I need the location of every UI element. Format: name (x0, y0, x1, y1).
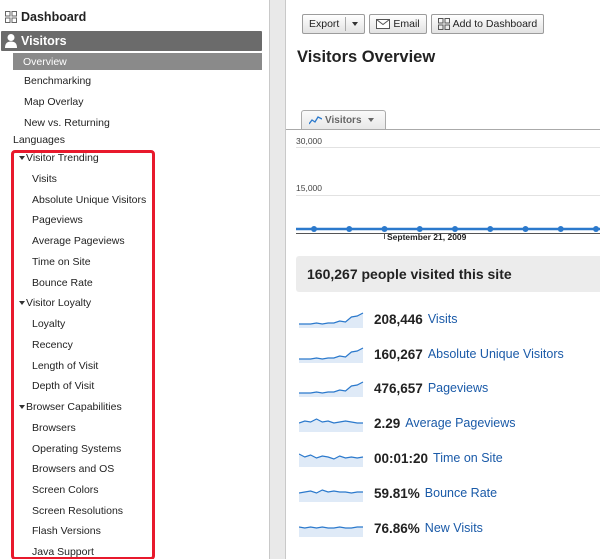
nav-visitors-label: Visitors (21, 34, 67, 48)
sparkline-chart (299, 526, 363, 537)
data-point-2[interactable] (346, 226, 353, 232)
visits-summary-bar: 160,267 people visited this site (296, 256, 600, 292)
stat-link[interactable]: Time on Site (433, 451, 503, 465)
person-icon (4, 33, 18, 49)
stat-value: 76.86% (374, 520, 420, 536)
export-label: Export (309, 18, 340, 30)
visitors-line-chart: 30,000 15,000 September 21, 2009 (286, 129, 600, 244)
nav-benchmarking[interactable]: Benchmarking (24, 75, 91, 87)
data-point-5[interactable] (452, 226, 458, 232)
nav-overview[interactable]: Overview (13, 53, 262, 70)
sparkline-chart (299, 347, 364, 363)
stat-row-pageviews: 476,657 Pageviews (299, 377, 600, 399)
sparkline-chart (299, 381, 364, 397)
data-point-9[interactable] (593, 226, 599, 232)
stat-row-visits: 208,446 Visits (299, 308, 600, 330)
stat-link[interactable]: Visits (428, 312, 458, 326)
line-chart-icon (309, 115, 322, 124)
stat-link[interactable]: Average Pageviews (405, 416, 515, 430)
stat-value: 2.29 (374, 415, 401, 431)
stat-value: 59.81% (374, 485, 420, 501)
stat-row-bounce-rate: 59.81% Bounce Rate (299, 482, 600, 504)
data-point-1[interactable] (311, 226, 317, 232)
nav-new-vs-returning[interactable]: New vs. Returning (24, 117, 110, 129)
stat-row-time-on-site: 00:01:20 Time on Site (299, 447, 600, 469)
data-point-4[interactable] (416, 226, 423, 232)
stat-link[interactable]: New Visits (425, 521, 483, 535)
data-point-7[interactable] (522, 226, 529, 232)
data-point-3[interactable] (381, 226, 388, 232)
summary-text: 160,267 people visited this site (307, 266, 512, 282)
report-toolbar: Export Email Add to Dashboard (302, 14, 548, 36)
stat-link[interactable]: Bounce Rate (425, 486, 497, 500)
y-tick-label-30000: 30,000 (296, 136, 322, 146)
metric-selector-label: Visitors (325, 114, 362, 126)
y-tick-label-15000: 15,000 (296, 183, 322, 193)
chevron-down-icon (367, 118, 374, 122)
nav-languages[interactable]: Languages (13, 134, 65, 146)
x-date-label: September 21, 2009 (387, 232, 467, 242)
dashboard-grid-icon (5, 11, 17, 23)
report-navigation-sidebar: Dashboard Visitors Overview Benchmarking… (0, 0, 270, 559)
stat-value: 476,657 (374, 380, 423, 396)
sparkline-chart (299, 453, 364, 467)
stat-row-absolute-unique-visitors: 160,267 Absolute Unique Visitors (299, 343, 600, 365)
export-button[interactable]: Export (302, 14, 366, 34)
data-point-8[interactable] (557, 226, 564, 232)
page-title: Visitors Overview (297, 48, 436, 66)
stat-value: 00:01:20 (374, 450, 429, 466)
stat-link[interactable]: Absolute Unique Visitors (428, 347, 564, 361)
chevron-down-icon (352, 22, 359, 26)
data-point-6[interactable] (487, 226, 494, 232)
sparkline-chart (299, 418, 363, 432)
add-to-dashboard-label: Add to Dashboard (452, 18, 538, 30)
stat-value: 208,446 (374, 311, 423, 327)
sparkline-chart (299, 489, 363, 502)
stat-row-average-pageviews: 2.29 Average Pageviews (299, 412, 600, 434)
nav-dashboard[interactable]: Dashboard (2, 7, 262, 27)
envelope-icon (376, 19, 391, 29)
nav-dashboard-label: Dashboard (21, 10, 87, 24)
email-label: Email (393, 18, 420, 30)
dashboard-grid-icon (437, 18, 450, 30)
button-divider (345, 17, 347, 31)
sparkline-chart (299, 312, 364, 328)
add-to-dashboard-button[interactable]: Add to Dashboard (430, 14, 545, 34)
highlight-annotation-box (11, 150, 155, 559)
nav-overview-label: Overview (23, 55, 67, 68)
stat-link[interactable]: Pageviews (428, 381, 488, 395)
stat-row-new-visits: 76.86% New Visits (299, 517, 600, 539)
email-button[interactable]: Email (369, 14, 427, 34)
nav-visitors[interactable]: Visitors (1, 31, 262, 51)
metric-selector-dropdown[interactable]: Visitors (301, 110, 386, 129)
report-content-panel: Export Email Add to Dashboard Visitors O… (285, 0, 600, 559)
nav-map-overlay[interactable]: Map Overlay (24, 96, 84, 108)
stat-value: 160,267 (374, 346, 423, 362)
